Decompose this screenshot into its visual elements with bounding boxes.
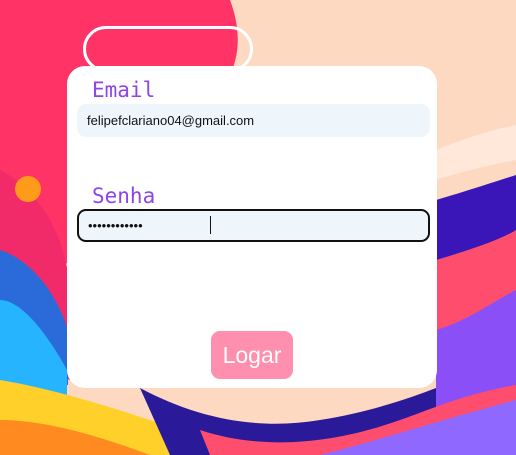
login-card: Email Senha Logar [67, 66, 437, 388]
password-field[interactable] [77, 209, 430, 242]
email-label: Email [92, 78, 156, 102]
login-button[interactable]: Logar [211, 331, 293, 379]
email-field[interactable] [77, 104, 430, 137]
password-label: Senha [92, 184, 156, 208]
text-caret [210, 216, 211, 234]
